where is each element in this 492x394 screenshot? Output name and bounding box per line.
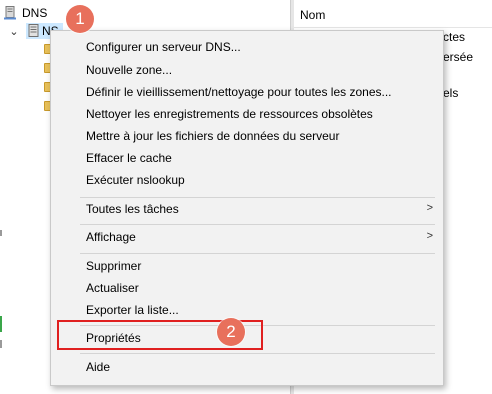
menu-item-label: Définir le vieillissement/nettoyage pour… — [86, 85, 392, 99]
menu-item-clear-cache[interactable]: Effacer le cache — [51, 147, 443, 169]
menu-item-configure-server[interactable]: Configurer un serveur DNS... — [51, 36, 443, 58]
menu-item-set-aging-scavenging[interactable]: Définir le vieillissement/nettoyage pour… — [51, 81, 443, 103]
menu-item-new-zone[interactable]: Nouvelle zone... — [51, 59, 443, 81]
menu-item-all-tasks[interactable]: Toutes les tâches > — [51, 198, 443, 220]
menu-item-label: Toutes les tâches — [86, 202, 179, 216]
menu-item-label: Supprimer — [86, 259, 142, 273]
menu-separator — [80, 253, 435, 254]
step-badge-1: 1 — [66, 5, 94, 33]
step-badge-2: 2 — [217, 318, 245, 346]
chevron-down-icon[interactable]: ⌄ — [8, 25, 20, 38]
menu-item-label: Exécuter nslookup — [86, 173, 185, 187]
server-icon — [4, 6, 16, 20]
menu-item-help[interactable]: Aide — [51, 356, 443, 378]
menu-item-refresh[interactable]: Actualiser — [51, 277, 443, 299]
tree-item-dns-label: DNS — [22, 6, 48, 20]
menu-item-scavenge-stale-records[interactable]: Nettoyer les enregistrements de ressourc… — [51, 103, 443, 125]
menu-item-label: Effacer le cache — [86, 151, 172, 165]
menu-separator — [80, 353, 435, 354]
list-item-fragment: ctes — [443, 30, 466, 44]
menu-item-label: Mettre à jour les fichiers de données du… — [86, 129, 340, 143]
chevron-right-icon: > — [426, 230, 433, 242]
column-header-label: Nom — [300, 8, 326, 22]
menu-item-view[interactable]: Affichage > — [51, 226, 443, 248]
column-header-name[interactable]: Nom — [294, 0, 492, 28]
chevron-right-icon: > — [426, 202, 433, 214]
menu-item-export-list[interactable]: Exporter la liste... — [51, 299, 443, 321]
pane-edge-mark — [0, 230, 2, 236]
menu-item-label: Exporter la liste... — [86, 303, 179, 317]
menu-item-delete[interactable]: Supprimer — [51, 255, 443, 277]
menu-item-label: Nettoyer les enregistrements de ressourc… — [86, 107, 373, 121]
menu-item-launch-nslookup[interactable]: Exécuter nslookup — [51, 169, 443, 191]
menu-item-update-data-files[interactable]: Mettre à jour les fichiers de données du… — [51, 125, 443, 147]
menu-item-label: Configurer un serveur DNS... — [86, 40, 241, 54]
tree-item-dns[interactable]: DNS — [4, 4, 47, 22]
pane-edge-mark — [0, 340, 2, 348]
server-icon — [28, 24, 39, 37]
menu-separator — [80, 224, 435, 225]
menu-item-label: Aide — [86, 360, 111, 374]
menu-item-label: Affichage — [86, 230, 136, 244]
list-item-fragment: ersée — [443, 50, 474, 64]
pane-edge-mark — [0, 316, 2, 332]
menu-item-label: Nouvelle zone... — [86, 63, 173, 77]
menu-item-label: Actualiser — [86, 281, 139, 295]
list-item-fragment: els — [443, 86, 459, 100]
